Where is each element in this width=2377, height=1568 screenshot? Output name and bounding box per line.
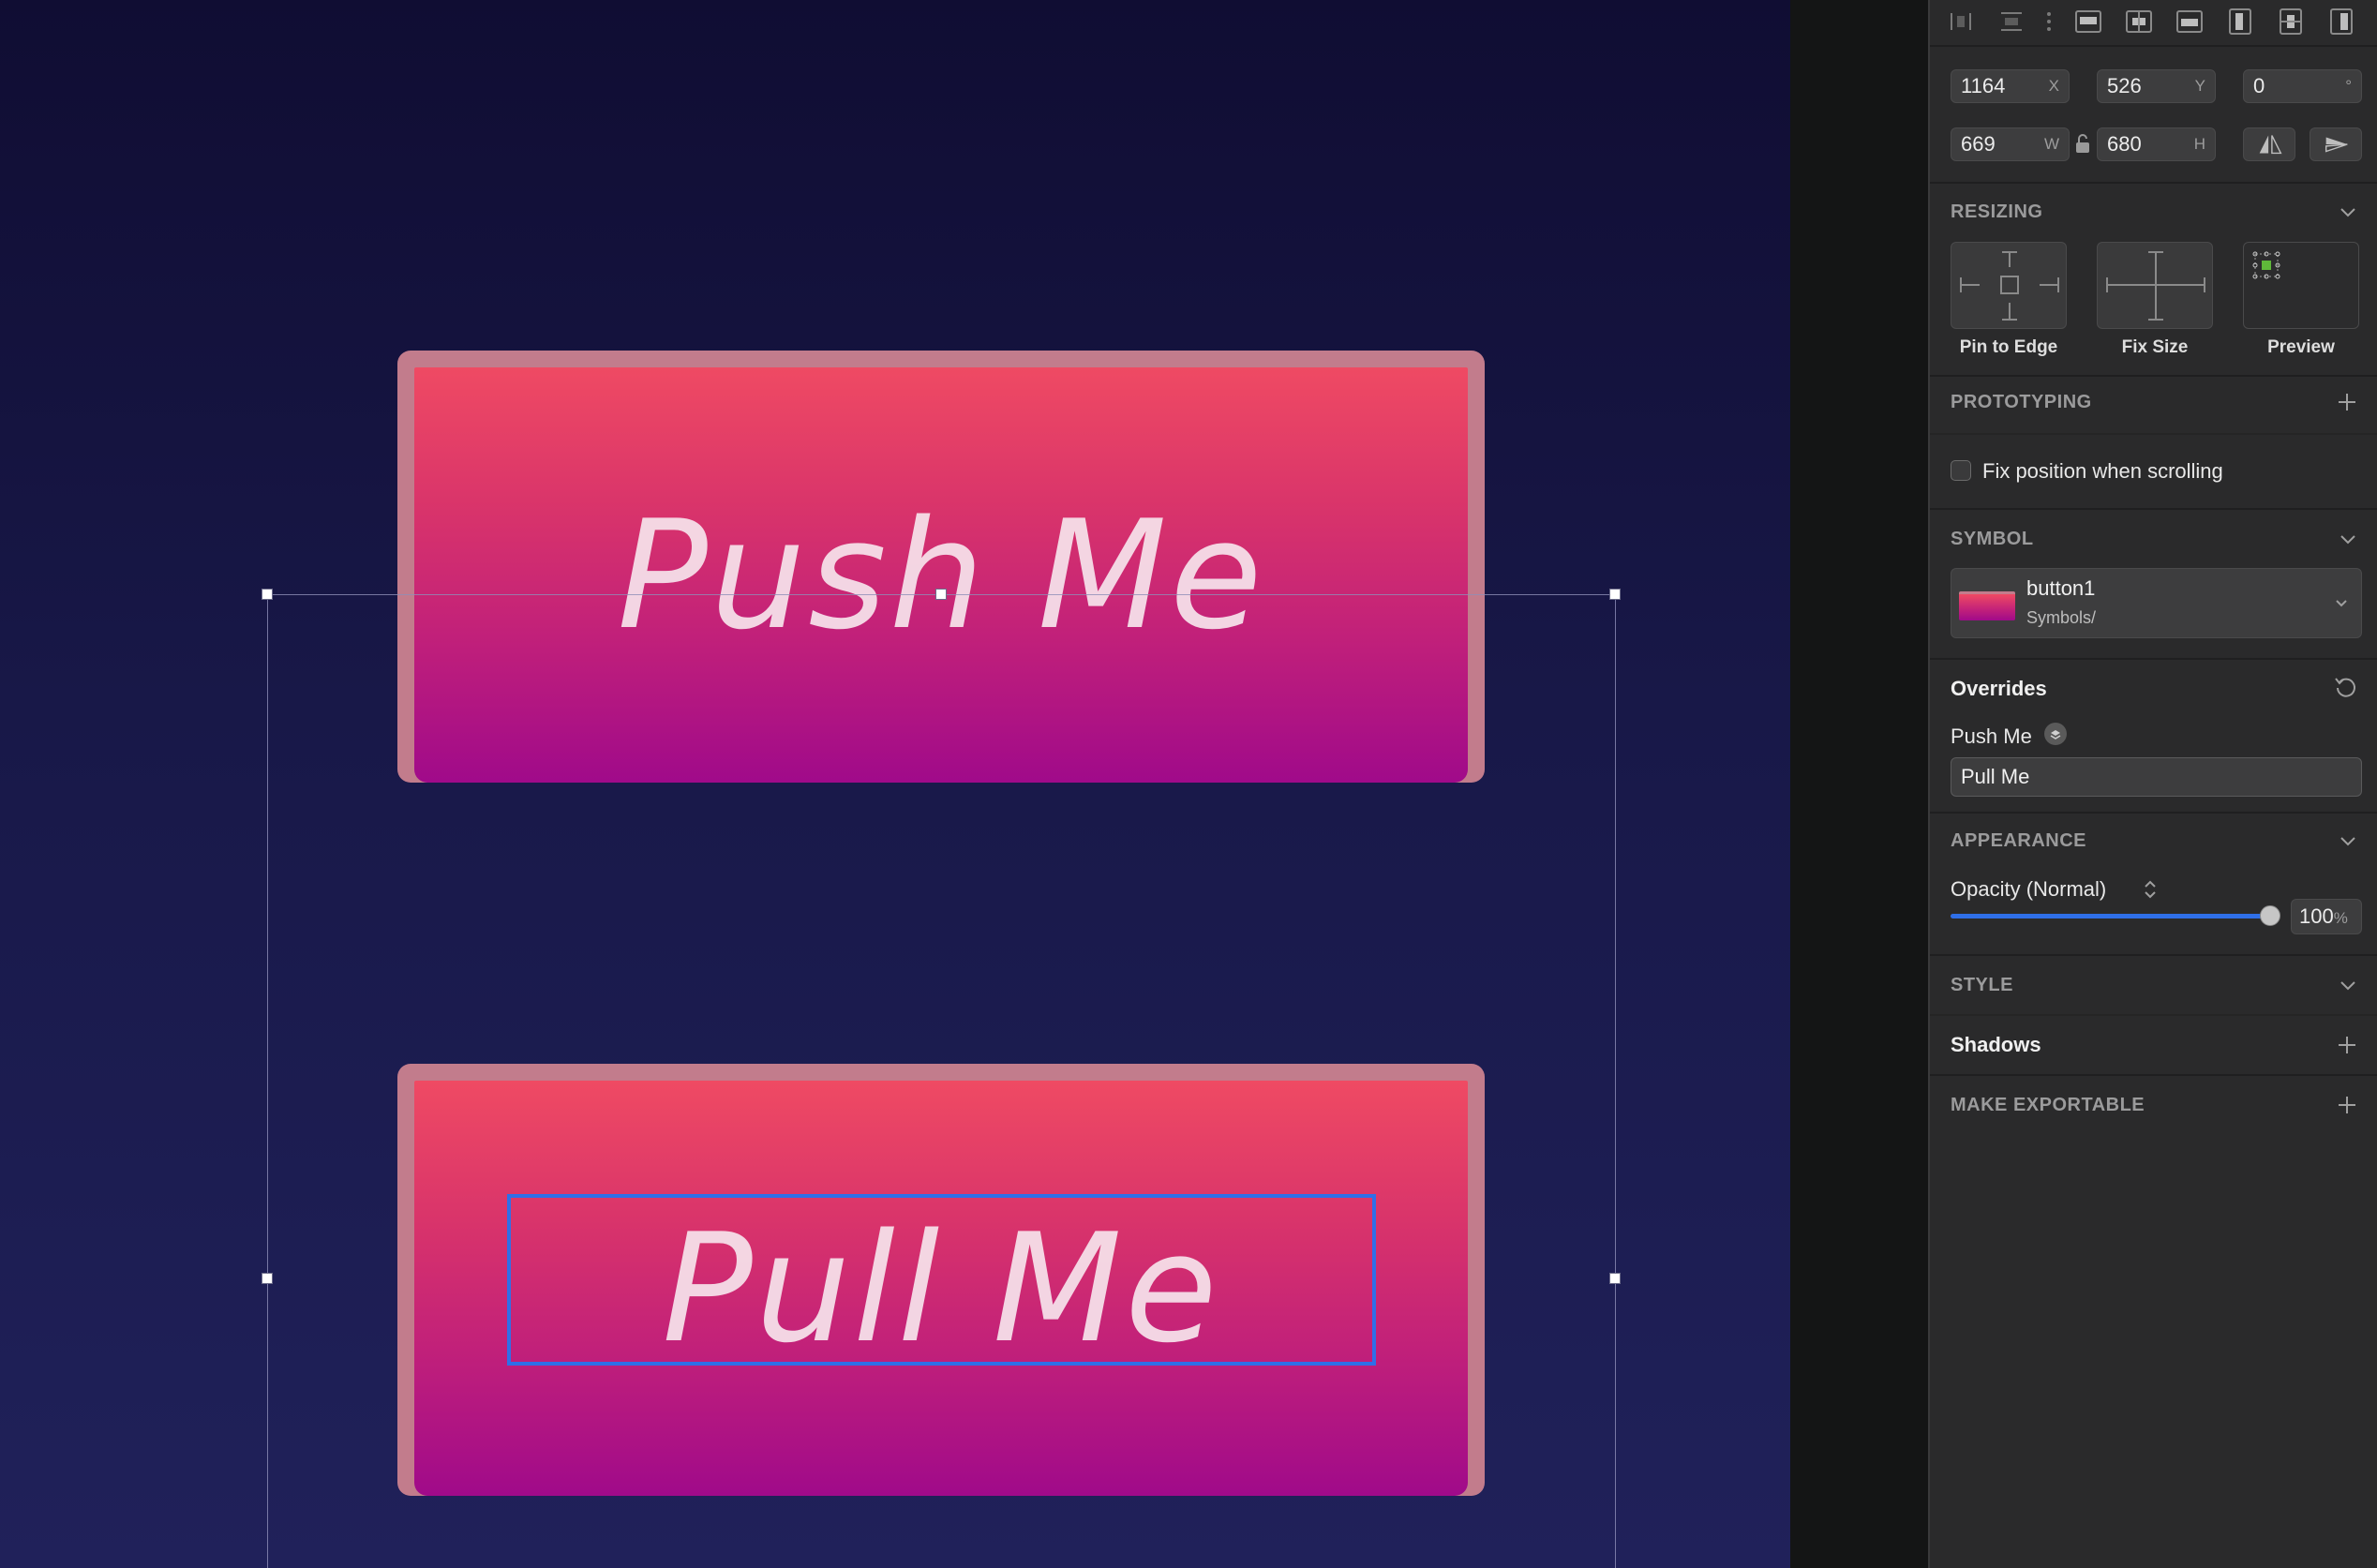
divider bbox=[1930, 45, 2377, 47]
resize-handle-top-left[interactable] bbox=[262, 589, 273, 600]
fix-position-checkbox[interactable] bbox=[1951, 460, 1971, 481]
distribute-vertical-icon[interactable] bbox=[1997, 7, 2026, 36]
fix-size-label: Fix Size bbox=[2121, 337, 2189, 357]
reset-overrides-icon[interactable] bbox=[2332, 673, 2360, 701]
override-source-icon bbox=[2044, 723, 2067, 745]
opacity-field[interactable]: 100% bbox=[2291, 899, 2362, 934]
align-horizontal-center-icon[interactable] bbox=[2277, 7, 2305, 36]
prototyping-section-title: PROTOTYPING bbox=[1951, 392, 2092, 412]
chevron-down-icon[interactable] bbox=[2338, 530, 2358, 550]
add-shadow-icon[interactable] bbox=[2336, 1034, 2358, 1056]
fix-position-label: Fix position when scrolling bbox=[1982, 459, 2223, 483]
export-section-title: MAKE EXPORTABLE bbox=[1951, 1095, 2145, 1115]
flip-horizontal-button[interactable] bbox=[2243, 127, 2295, 161]
shadows-title: Shadows bbox=[1951, 1033, 2041, 1056]
symbol-thumbnail bbox=[1959, 591, 2015, 620]
text-layer-selection-outline[interactable] bbox=[507, 1194, 1376, 1366]
opacity-value: 100 bbox=[2299, 904, 2334, 928]
width-unit: W bbox=[2043, 135, 2059, 153]
width-value: 669 bbox=[1961, 132, 1996, 156]
appearance-section-title: APPEARANCE bbox=[1951, 830, 2087, 851]
resize-handle-mid-right[interactable] bbox=[1609, 1273, 1621, 1284]
inspector-panel: 1164 X 526 Y 0 ° 669 W 680 H RESIZING Pi… bbox=[1928, 0, 2377, 1568]
resize-preview-icon bbox=[2252, 251, 2280, 279]
blend-mode-stepper-icon[interactable] bbox=[2142, 877, 2159, 902]
divider bbox=[1930, 954, 2377, 956]
y-position-field[interactable]: 526 Y bbox=[2097, 69, 2216, 103]
x-unit: X bbox=[2048, 77, 2059, 95]
canvas-gutter bbox=[1790, 0, 1928, 1568]
style-section-title: STYLE bbox=[1951, 975, 2013, 995]
override-item-label: Push Me bbox=[1951, 724, 2032, 748]
x-value: 1164 bbox=[1961, 74, 2006, 97]
flip-vertical-button[interactable] bbox=[2310, 127, 2362, 161]
resizing-section-title: RESIZING bbox=[1951, 202, 2043, 222]
divider bbox=[1930, 1014, 2377, 1016]
chevron-down-icon[interactable] bbox=[2338, 831, 2358, 852]
rotation-field[interactable]: 0 ° bbox=[2243, 69, 2362, 103]
divider bbox=[1930, 375, 2377, 377]
chevron-down-icon[interactable] bbox=[2338, 976, 2358, 996]
y-value: 526 bbox=[2107, 74, 2142, 97]
divider bbox=[1930, 1074, 2377, 1076]
pin-to-edge-control[interactable] bbox=[1951, 242, 2067, 329]
opacity-unit: % bbox=[2333, 909, 2348, 927]
divider bbox=[1930, 182, 2377, 184]
design-canvas[interactable]: Push Me Pull Me bbox=[0, 0, 1790, 1568]
divider bbox=[1930, 812, 2377, 814]
y-unit: Y bbox=[2194, 77, 2205, 95]
align-right-icon[interactable] bbox=[2327, 7, 2355, 36]
override-text-field[interactable]: Pull Me bbox=[1951, 757, 2362, 797]
height-value: 680 bbox=[2107, 132, 2142, 156]
overrides-title: Overrides bbox=[1951, 677, 2047, 700]
align-bottom-icon[interactable] bbox=[2175, 7, 2204, 36]
align-vertical-center-icon[interactable] bbox=[2125, 7, 2153, 36]
resize-handle-mid-left[interactable] bbox=[262, 1273, 273, 1284]
pin-to-edge-label: Pin to Edge bbox=[1959, 337, 2058, 357]
chevron-down-icon[interactable] bbox=[2338, 202, 2358, 223]
pin-to-edge-icon bbox=[1960, 251, 2059, 321]
selection-left-edge bbox=[267, 594, 268, 1568]
symbol-section-title: SYMBOL bbox=[1951, 529, 2034, 549]
symbol-name: button1 bbox=[2026, 576, 2096, 600]
more-options-icon[interactable] bbox=[2035, 7, 2063, 36]
align-top-icon[interactable] bbox=[2074, 7, 2102, 36]
add-export-icon[interactable] bbox=[2336, 1094, 2358, 1116]
width-field[interactable]: 669 W bbox=[1951, 127, 2070, 161]
flip-horizontal-icon bbox=[2259, 135, 2282, 155]
symbol-path: Symbols/ bbox=[2026, 608, 2097, 627]
chevron-down-icon bbox=[2336, 600, 2347, 607]
symbol-dropdown[interactable]: button1 Symbols/ bbox=[1951, 568, 2362, 638]
opacity-blend-label[interactable]: Opacity (Normal) bbox=[1951, 877, 2106, 902]
resize-handle-top-right[interactable] bbox=[1609, 589, 1621, 600]
rotation-value: 0 bbox=[2253, 74, 2265, 97]
fix-size-control[interactable] bbox=[2097, 242, 2213, 329]
height-unit: H bbox=[2193, 135, 2205, 153]
button-fill: Push Me bbox=[414, 367, 1468, 783]
push-me-text[interactable]: Push Me bbox=[618, 487, 1265, 663]
opacity-slider-thumb[interactable] bbox=[2260, 905, 2280, 926]
flip-vertical-icon bbox=[2325, 137, 2348, 153]
selection-right-edge bbox=[1615, 594, 1616, 1568]
lock-aspect-icon[interactable] bbox=[2073, 132, 2092, 155]
divider bbox=[1930, 658, 2377, 660]
height-field[interactable]: 680 H bbox=[2097, 127, 2216, 161]
divider bbox=[1930, 433, 2377, 435]
x-position-field[interactable]: 1164 X bbox=[1951, 69, 2070, 103]
divider bbox=[1930, 508, 2377, 510]
rotation-unit: ° bbox=[2345, 77, 2352, 95]
preview-control[interactable] bbox=[2243, 242, 2359, 329]
push-me-button-layer[interactable]: Push Me bbox=[397, 351, 1485, 783]
preview-label: Preview bbox=[2267, 337, 2335, 357]
opacity-slider-track[interactable] bbox=[1951, 914, 2269, 918]
align-left-icon[interactable] bbox=[2226, 7, 2254, 36]
add-prototyping-icon[interactable] bbox=[2336, 391, 2358, 413]
resize-handle-top-center[interactable] bbox=[935, 589, 947, 600]
distribute-horizontal-icon[interactable] bbox=[1947, 7, 1975, 36]
fix-size-icon bbox=[2106, 251, 2205, 321]
